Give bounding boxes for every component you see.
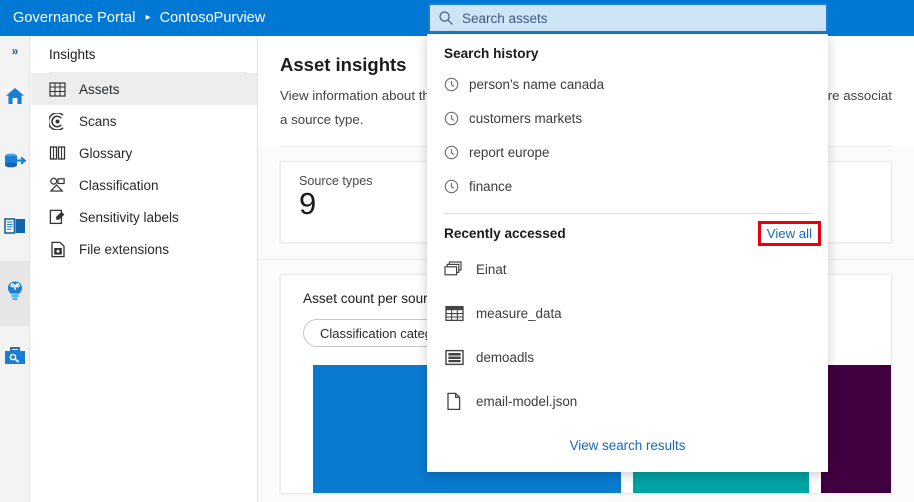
view-all-link[interactable]: View all: [761, 224, 818, 243]
recently-accessed-title: Recently accessed: [427, 214, 566, 241]
layers-icon: [444, 259, 464, 279]
sidebar-item-assets[interactable]: Assets: [31, 73, 257, 105]
search-history-item[interactable]: finance: [427, 169, 828, 203]
view-search-results-link[interactable]: View search results: [570, 438, 686, 453]
glossary-book-icon: [3, 216, 27, 241]
recent-item-label: measure_data: [476, 306, 562, 321]
app-root: Governance Portal ▸ ContosoPurview Searc…: [0, 0, 914, 502]
radar-scan-icon: [49, 113, 66, 130]
clock-icon: [444, 77, 459, 92]
sidebar-item-label: Glossary: [79, 146, 132, 161]
clock-icon: [444, 179, 459, 194]
kpi-card-source-types[interactable]: Source types 9: [280, 161, 444, 243]
recent-item[interactable]: email-model.json: [427, 379, 828, 423]
recent-item-label: demoadls: [476, 350, 534, 365]
sidebar-item-label: Sensitivity labels: [79, 210, 179, 225]
sidebar-item-label: Scans: [79, 114, 117, 129]
search-history-label: customers markets: [469, 111, 582, 126]
search-history-title: Search history: [427, 34, 828, 61]
page-description-left: View information about the: [280, 88, 437, 103]
expand-rail-button[interactable]: »: [0, 36, 29, 66]
sidebar-item-sensitivity-labels[interactable]: Sensitivity labels: [31, 201, 257, 233]
search-history-label: finance: [469, 179, 512, 194]
lightbulb-icon: [5, 280, 25, 307]
clock-icon: [444, 145, 459, 160]
search-input[interactable]: Search assets: [462, 11, 548, 26]
rail-item-glossary[interactable]: [0, 196, 29, 261]
nav-pane-title: Insights: [31, 36, 257, 72]
table-icon: [444, 303, 464, 323]
search-suggestions-flyout: Search history person's name canada cust…: [427, 34, 828, 472]
search-history-item[interactable]: report europe: [427, 135, 828, 169]
brand-title[interactable]: Governance Portal: [0, 10, 136, 26]
flyout-footer: View search results: [427, 418, 828, 472]
view-all-wrapper: View all: [761, 224, 818, 243]
search-box[interactable]: Search assets: [428, 3, 828, 33]
recent-item[interactable]: demoadls: [427, 335, 828, 379]
grid-table-icon: [49, 81, 66, 98]
recent-item-label: Einat: [476, 262, 507, 277]
sidebar-item-scans[interactable]: Scans: [31, 105, 257, 137]
recently-accessed-header: Recently accessed View all: [427, 214, 828, 243]
sidebar-item-file-extensions[interactable]: File extensions: [31, 233, 257, 265]
clock-icon: [444, 111, 459, 126]
file-extension-icon: [49, 241, 66, 258]
sidebar-item-label: Assets: [79, 82, 120, 97]
search-history-item[interactable]: person's name canada: [427, 67, 828, 101]
open-book-icon: [49, 145, 66, 162]
rail-item-home[interactable]: [0, 66, 29, 131]
insights-nav-pane: Insights Assets: [31, 36, 258, 502]
storage-list-icon: [444, 347, 464, 367]
recent-item[interactable]: measure_data: [427, 291, 828, 335]
search-history-label: report europe: [469, 145, 549, 160]
chart-bar[interactable]: [821, 365, 891, 493]
classification-icon: [49, 177, 66, 194]
recent-item[interactable]: Einat: [427, 247, 828, 291]
search-icon: [438, 10, 454, 26]
icon-rail: »: [0, 36, 30, 502]
account-name[interactable]: ContosoPurview: [160, 10, 266, 26]
rail-item-insights[interactable]: [0, 261, 29, 326]
label-tag-icon: [49, 209, 66, 226]
kpi-value: 9: [299, 186, 443, 222]
search-history-label: person's name canada: [469, 77, 604, 92]
breadcrumb-separator-icon: ▸: [136, 13, 160, 23]
sidebar-item-label: File extensions: [79, 242, 169, 257]
toolbox-icon: [3, 346, 27, 371]
home-icon: [4, 86, 26, 111]
sidebar-item-classification[interactable]: Classification: [31, 169, 257, 201]
file-icon: [444, 391, 464, 411]
data-source-icon: [3, 151, 27, 176]
rail-item-data-map[interactable]: [0, 131, 29, 196]
sidebar-item-glossary[interactable]: Glossary: [31, 137, 257, 169]
rail-item-management[interactable]: [0, 326, 29, 391]
sidebar-item-label: Classification: [79, 178, 159, 193]
search-history-item[interactable]: customers markets: [427, 101, 828, 135]
recent-item-label: email-model.json: [476, 394, 577, 409]
